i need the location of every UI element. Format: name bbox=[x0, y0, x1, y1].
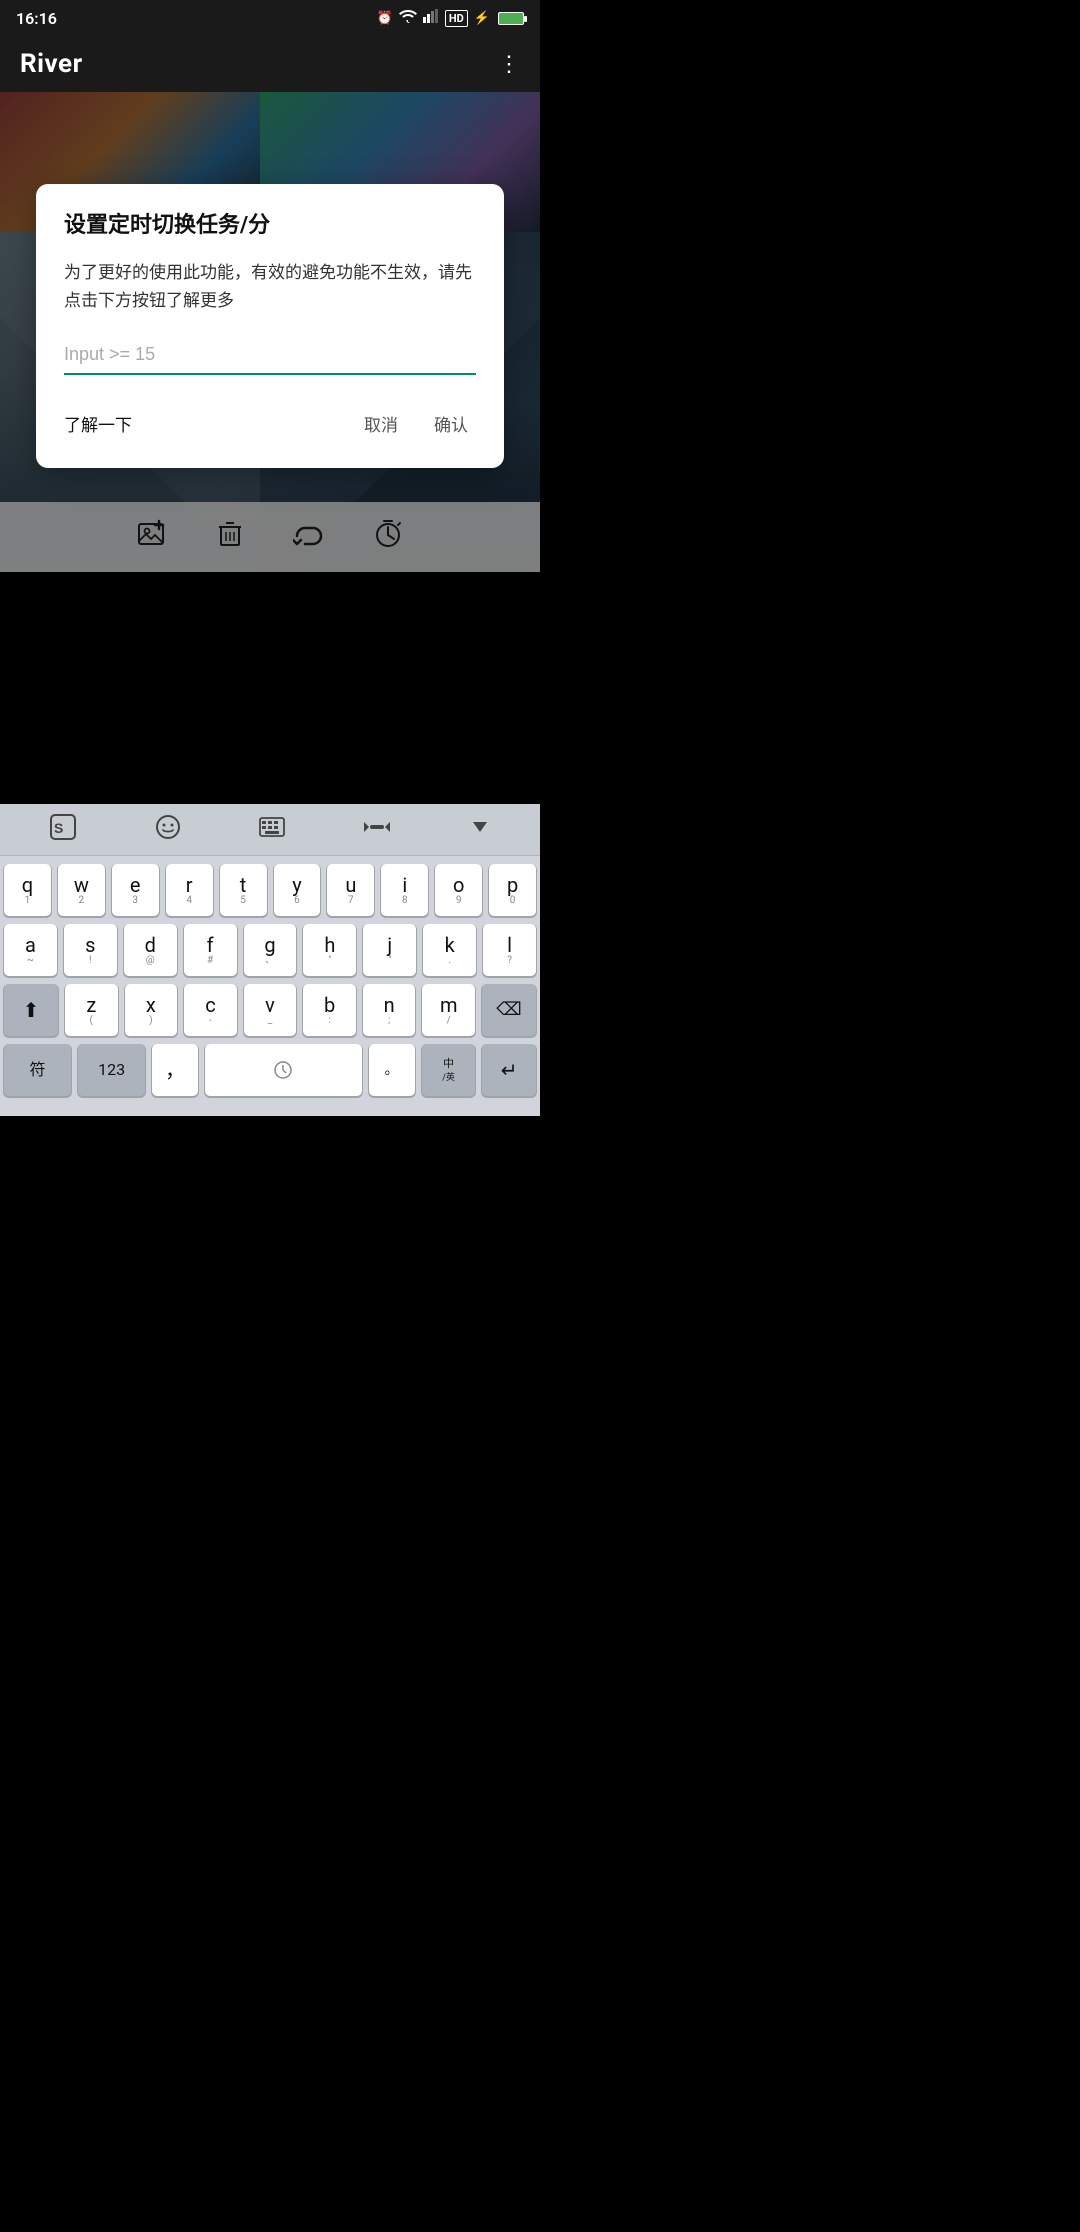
enter-key[interactable]: ↵ bbox=[482, 1044, 536, 1096]
app-title: River bbox=[20, 49, 83, 79]
cursor-move-button[interactable] bbox=[351, 811, 403, 849]
dialog-body: 为了更好的使用此功能，有效的避免功能不生效，请先点击下方按钮了解更多 bbox=[64, 259, 476, 317]
key-m[interactable]: m/ bbox=[422, 984, 475, 1036]
keyboard-area: S bbox=[0, 804, 540, 1116]
alarm-icon: ⏰ bbox=[377, 11, 393, 26]
key-r[interactable]: r4 bbox=[166, 864, 213, 916]
key-i[interactable]: i8 bbox=[381, 864, 428, 916]
key-d[interactable]: d@ bbox=[124, 924, 177, 976]
svg-text:S: S bbox=[54, 820, 63, 836]
more-menu-icon[interactable]: ⋮ bbox=[498, 52, 520, 77]
key-n[interactable]: n; bbox=[363, 984, 416, 1036]
sogou-button[interactable]: S bbox=[37, 807, 89, 853]
status-icons: ⏰ HD ⚡ bbox=[377, 9, 524, 27]
dialog-input-wrapper bbox=[64, 340, 476, 375]
dialog: 设置定时切换任务/分 为了更好的使用此功能，有效的避免功能不生效，请先点击下方按… bbox=[36, 184, 504, 468]
confirm-button[interactable]: 确认 bbox=[416, 403, 476, 444]
key-q[interactable]: q1 bbox=[4, 864, 51, 916]
emoji-button[interactable] bbox=[143, 808, 193, 852]
symbol-key[interactable]: 符 bbox=[4, 1044, 71, 1096]
shift-key[interactable]: ⬆ bbox=[4, 984, 58, 1036]
key-o[interactable]: o9 bbox=[435, 864, 482, 916]
numbers-key[interactable]: 123 bbox=[78, 1044, 145, 1096]
key-f[interactable]: f# bbox=[184, 924, 237, 976]
key-u[interactable]: u7 bbox=[327, 864, 374, 916]
bolt-icon: ⚡ bbox=[474, 11, 490, 26]
key-l[interactable]: l? bbox=[483, 924, 536, 976]
timer-input[interactable] bbox=[64, 340, 476, 369]
hide-keyboard-button[interactable] bbox=[457, 810, 503, 850]
chinese-english-key[interactable]: 中/英 bbox=[422, 1044, 476, 1096]
app-bar: River ⋮ bbox=[0, 36, 540, 92]
key-j[interactable]: j" bbox=[363, 924, 416, 976]
key-w[interactable]: w2 bbox=[58, 864, 105, 916]
hd-icon: HD bbox=[445, 10, 468, 27]
comma-key[interactable]: ， bbox=[152, 1044, 198, 1096]
key-a[interactable]: a~ bbox=[4, 924, 57, 976]
backspace-key[interactable]: ⌫ bbox=[482, 984, 536, 1036]
key-g[interactable]: g、 bbox=[244, 924, 297, 976]
dialog-title: 设置定时切换任务/分 bbox=[64, 212, 476, 241]
battery-icon bbox=[498, 12, 524, 25]
signal-icon bbox=[423, 9, 439, 27]
status-bar: 16:16 ⏰ HD ⚡ bbox=[0, 0, 540, 36]
key-x[interactable]: x) bbox=[125, 984, 178, 1036]
key-h[interactable]: h" bbox=[303, 924, 356, 976]
cancel-button[interactable]: 取消 bbox=[346, 403, 416, 444]
space-key[interactable] bbox=[205, 1044, 362, 1096]
key-e[interactable]: e3 bbox=[112, 864, 159, 916]
key-c[interactable]: c- bbox=[184, 984, 237, 1036]
dialog-actions: 了解一下 取消 确认 bbox=[64, 403, 476, 444]
status-time: 16:16 bbox=[16, 9, 57, 28]
period-key[interactable]: 。 bbox=[369, 1044, 415, 1096]
key-y[interactable]: y6 bbox=[274, 864, 321, 916]
keyboard-row-3: ⬆ z( x) c- v_ b: n; m/ ⌫ bbox=[4, 984, 536, 1036]
wifi-icon bbox=[399, 9, 417, 27]
key-k[interactable]: k. bbox=[423, 924, 476, 976]
key-v[interactable]: v_ bbox=[244, 984, 297, 1036]
keyboard-row-4: 符 123 ， 。 中/英 ↵ bbox=[4, 1044, 536, 1104]
keyboard-row-1: q1 w2 e3 r4 t5 y6 u7 i8 o9 p0 bbox=[4, 864, 536, 916]
key-s[interactable]: s! bbox=[64, 924, 117, 976]
key-p[interactable]: p0 bbox=[489, 864, 536, 916]
learn-more-button[interactable]: 了解一下 bbox=[64, 403, 132, 444]
keyboard-layout-button[interactable] bbox=[247, 811, 297, 849]
keyboard-toolbar: S bbox=[0, 804, 540, 856]
key-z[interactable]: z( bbox=[65, 984, 118, 1036]
background-area: 设置定时切换任务/分 为了更好的使用此功能，有效的避免功能不生效，请先点击下方按… bbox=[0, 92, 540, 572]
key-b[interactable]: b: bbox=[303, 984, 356, 1036]
key-t[interactable]: t5 bbox=[220, 864, 267, 916]
keyboard-rows: q1 w2 e3 r4 t5 y6 u7 i8 o9 p0 a~ s! d@ f… bbox=[0, 856, 540, 1116]
keyboard-row-2: a~ s! d@ f# g、 h" j" k. l? bbox=[4, 924, 536, 976]
